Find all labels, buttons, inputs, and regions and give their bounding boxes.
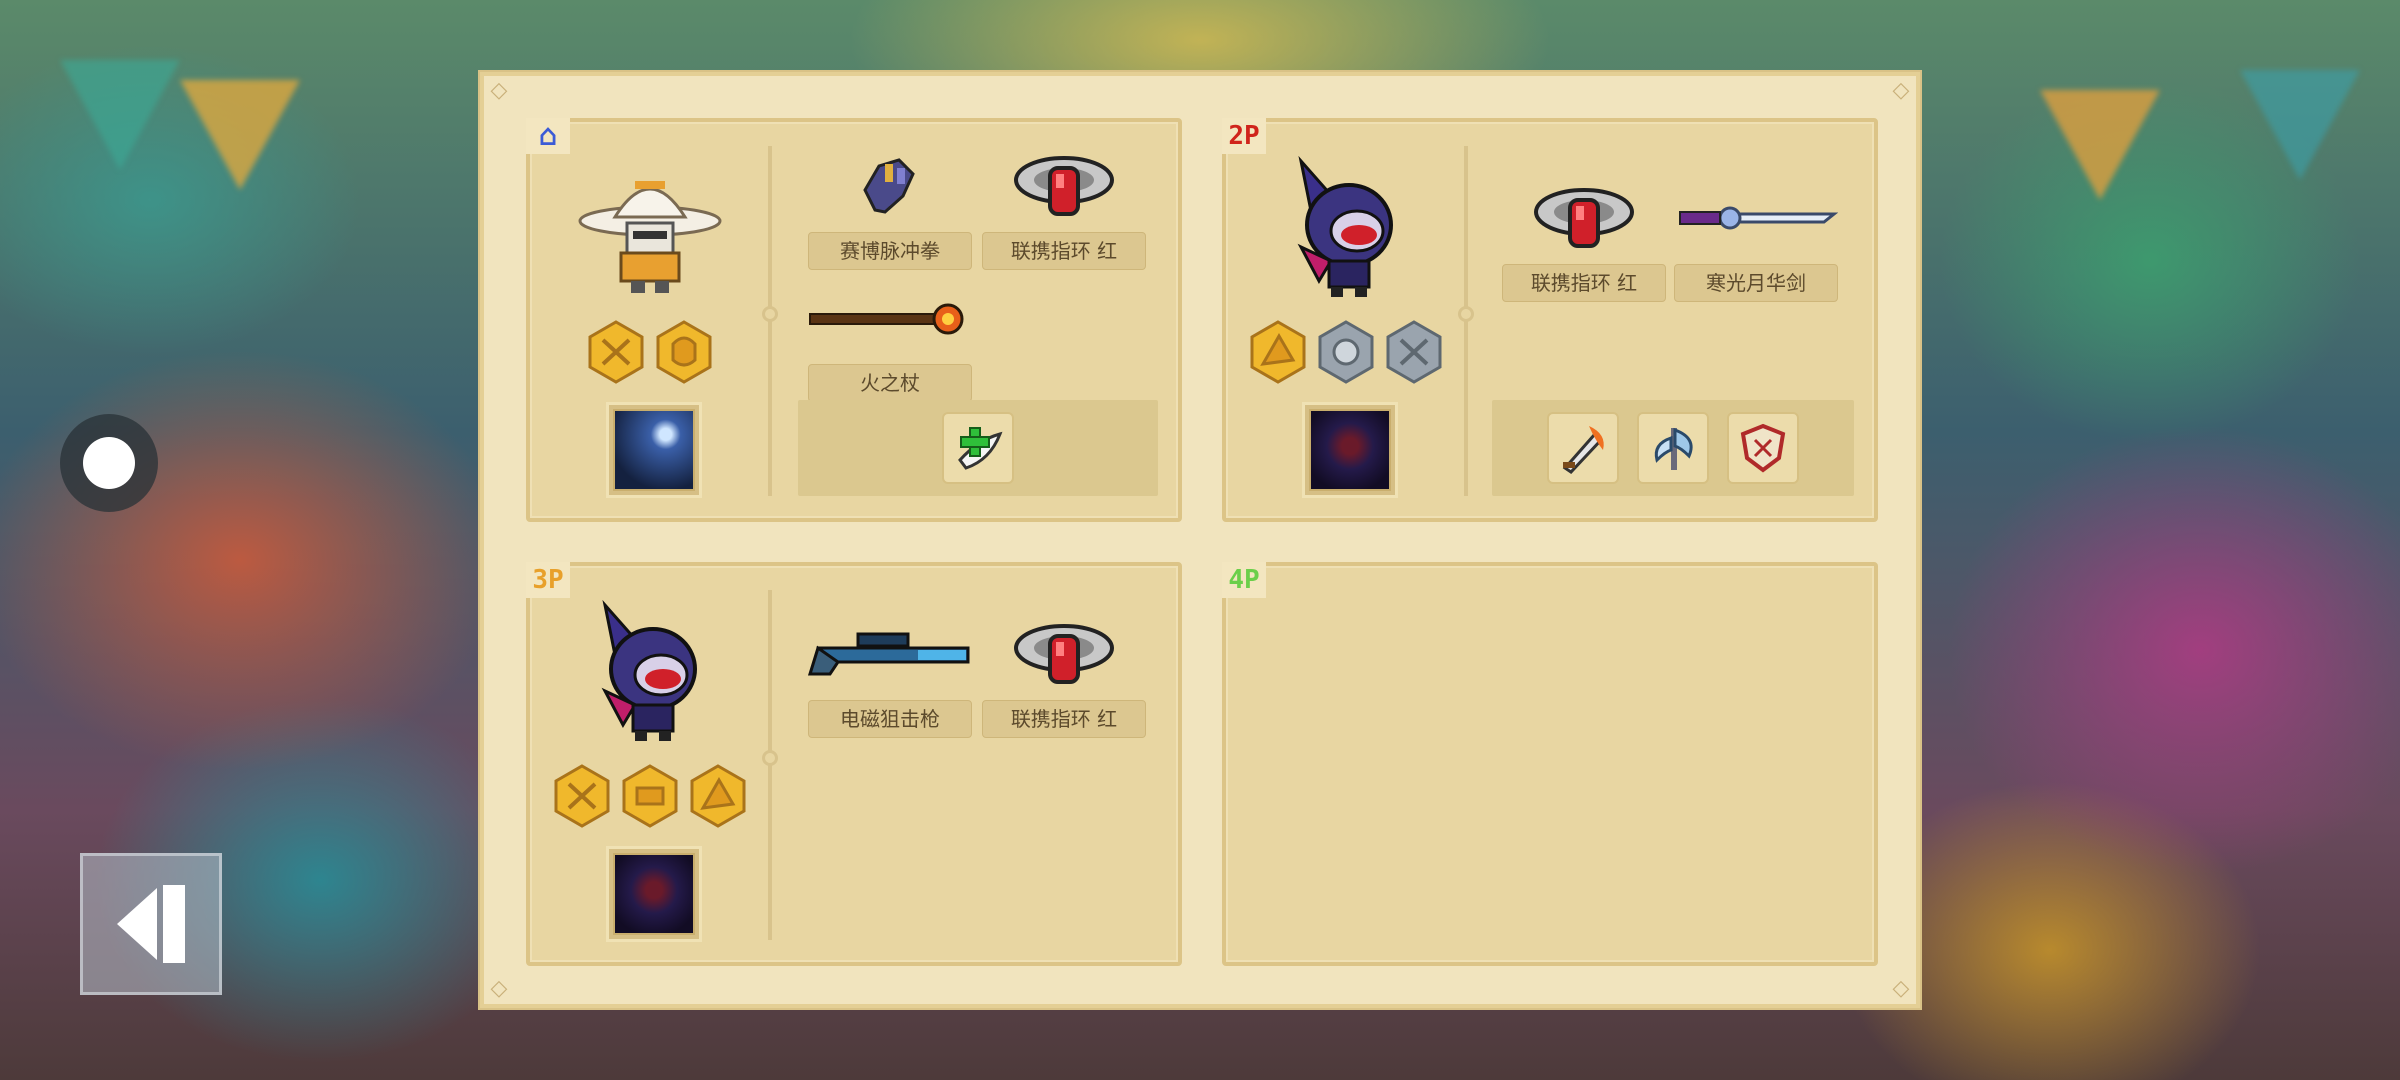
buff-icon[interactable] (587, 320, 645, 384)
background-pennant (2040, 90, 2160, 200)
assassin-hero-icon (1297, 155, 1393, 297)
buff-icon[interactable] (1385, 320, 1443, 384)
buff-icon[interactable] (553, 764, 611, 828)
heal-plus-icon (958, 427, 1003, 470)
hero-portrait-assassin[interactable] (560, 590, 740, 750)
lightning-skill-icon (613, 409, 695, 491)
item-slot[interactable]: 电磁狙击枪 (808, 606, 972, 738)
corner-ornament: ◇ (1892, 976, 1910, 1001)
fire-staff-icon (808, 270, 972, 364)
back-arrow-icon (117, 888, 157, 960)
player-card-4p: 4P (1222, 562, 1878, 966)
item-slot[interactable]: 寒光月华剑 (1674, 170, 1838, 302)
hero-portrait-knight[interactable] (560, 146, 740, 306)
flame-sword-icon (1562, 426, 1604, 474)
toggle-button[interactable] (60, 414, 158, 512)
skill-slot[interactable] (606, 846, 702, 942)
red-ring-icon (982, 606, 1146, 700)
item-slot[interactable]: 联携指环 红 (1502, 170, 1666, 302)
hero-portrait-assassin[interactable] (1256, 146, 1436, 306)
corner-ornament: ◇ (1892, 78, 1910, 103)
red-ring-icon (1502, 170, 1666, 264)
item-slot[interactable]: 联携指环 红 (982, 138, 1146, 270)
shadow-skill-icon (1309, 409, 1391, 491)
consumable-slot[interactable] (1637, 412, 1709, 484)
item-slot[interactable]: 火之杖 (808, 270, 972, 402)
player-card-3p: 3P 电磁狙击枪 联携指环 红 (526, 562, 1182, 966)
skill-slot[interactable] (1302, 402, 1398, 498)
player-card-1p: ⌂ 赛博脉冲拳 联携指环 红 火之杖 (526, 118, 1182, 522)
skill-slot[interactable] (606, 402, 702, 498)
corner-ornament: ◇ (490, 976, 508, 1001)
buff-icon[interactable] (1317, 320, 1375, 384)
consumable-slot[interactable] (942, 412, 1014, 484)
player-badge: 4P (1222, 562, 1266, 598)
buff-row (550, 320, 750, 384)
buff-icon[interactable] (655, 320, 713, 384)
corner-ornament: ◇ (490, 78, 508, 103)
item-label: 火之杖 (808, 364, 972, 402)
consumable-tray (1492, 400, 1854, 496)
item-label: 寒光月华剑 (1674, 264, 1838, 302)
player-card-2p: 2P 联携指环 红 寒光月华剑 (1222, 118, 1878, 522)
sniper-rifle-icon (808, 606, 972, 700)
consumable-tray (798, 400, 1158, 496)
buff-icon[interactable] (689, 764, 747, 828)
item-label: 联携指环 红 (982, 700, 1146, 738)
red-ring-icon (982, 138, 1146, 232)
frost-axe-icon (1654, 427, 1693, 470)
item-label: 联携指环 红 (982, 232, 1146, 270)
item-label: 赛博脉冲拳 (808, 232, 972, 270)
shadow-skill-icon (613, 853, 695, 935)
consumable-slot[interactable] (1547, 412, 1619, 484)
shield-icon (1740, 423, 1786, 473)
background-pennant (180, 80, 300, 190)
back-button[interactable] (80, 853, 222, 995)
buff-row (550, 764, 750, 828)
cyber-fist-icon (808, 138, 972, 232)
moon-sword-icon (1674, 170, 1838, 264)
team-loadout-panel: ◇ ◇ ◇ ◇ ⌂ 赛博脉冲拳 联携指环 红 火之杖 2P 联携指环 红 寒光月… (480, 72, 1920, 1008)
knight-hero-icon (578, 181, 722, 293)
buff-icon[interactable] (1249, 320, 1307, 384)
background-pennant (60, 60, 180, 170)
consumable-slot[interactable] (1727, 412, 1799, 484)
item-slot[interactable]: 赛博脉冲拳 (808, 138, 972, 270)
item-slot[interactable]: 联携指环 红 (982, 606, 1146, 738)
assassin-hero-icon (601, 599, 697, 741)
circle-icon (83, 437, 135, 489)
background-pennant (2240, 70, 2360, 180)
buff-row (1246, 320, 1446, 384)
buff-icon[interactable] (621, 764, 679, 828)
item-label: 电磁狙击枪 (808, 700, 972, 738)
item-label: 联携指环 红 (1502, 264, 1666, 302)
